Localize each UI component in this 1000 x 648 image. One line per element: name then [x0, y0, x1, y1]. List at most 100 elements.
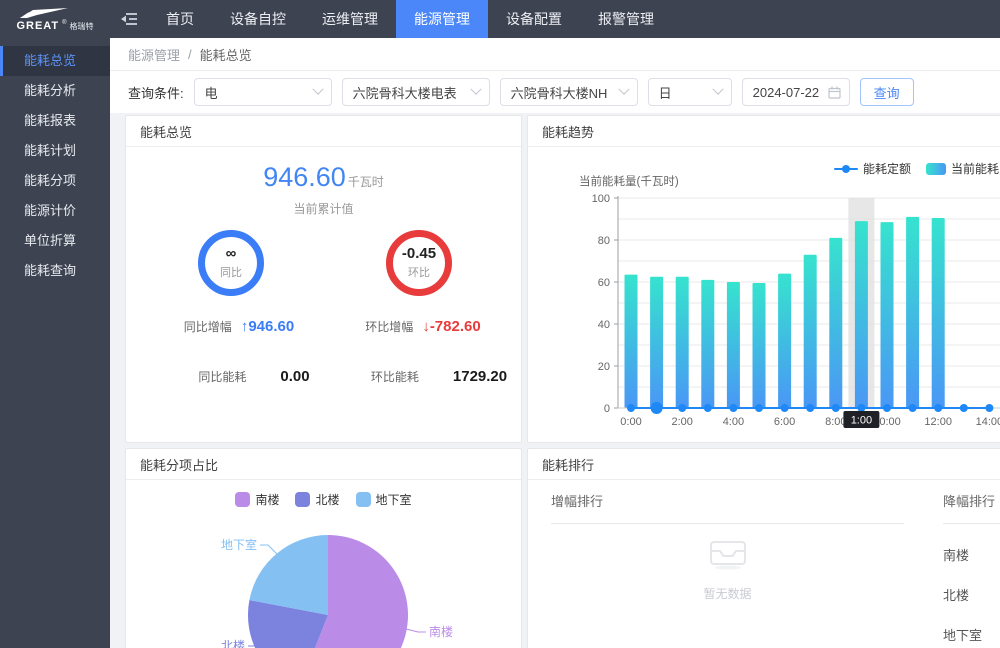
nav-item-设备配置[interactable]: 设备配置	[488, 0, 580, 38]
trend-bar[interactable]	[855, 221, 868, 408]
chevron-down-icon	[470, 84, 481, 95]
pie-callout-label: 北楼	[221, 638, 245, 648]
y-tick-label: 60	[598, 277, 610, 289]
quota-point[interactable]	[651, 402, 663, 414]
mom-energy-value: 1729.20	[453, 368, 507, 385]
current-total-label: 当前累计值	[126, 200, 521, 217]
pie-callout-label: 地下室	[221, 537, 257, 552]
trend-bar[interactable]	[829, 238, 842, 408]
yoy-growth-label: 同比增幅	[184, 318, 232, 335]
top-navbar: GREAT ® 格瑞特 首页设备自控运维管理能源管理设备配置报警管理	[0, 0, 1000, 38]
trend-bar[interactable]	[906, 217, 919, 408]
trend-card-title: 能耗趋势	[528, 116, 1000, 147]
y-tick-label: 20	[598, 361, 610, 373]
sidebar-item-能源计价[interactable]: 能源计价	[0, 196, 110, 226]
mom-ring-label: 环比	[408, 264, 430, 280]
total-kwh-number: 946.60	[263, 162, 346, 192]
x-tick-label: 4:00	[723, 416, 744, 428]
sidebar-item-能耗计划[interactable]: 能耗计划	[0, 136, 110, 166]
mom-ring-value: -0.45	[402, 246, 436, 261]
sidebar-item-单位折算[interactable]: 单位折算	[0, 226, 110, 256]
yoy-ring-label: 同比	[220, 264, 242, 280]
mom-ring: -0.45 环比	[386, 230, 452, 296]
logo-brand-text: GREAT	[16, 21, 59, 32]
quota-point[interactable]	[704, 404, 712, 412]
trend-bar-chart[interactable]: 当前能耗量(千瓦时)0204060801000:002:004:006:008:…	[533, 153, 1000, 431]
quota-point[interactable]	[729, 404, 737, 412]
ranking-card: 能耗排行 增幅排行 暂无数据 降幅排行 南楼北楼地下室	[527, 448, 1000, 648]
quota-point[interactable]	[678, 404, 686, 412]
nav-item-设备自控[interactable]: 设备自控	[212, 0, 304, 38]
sidebar-item-能耗分项[interactable]: 能耗分项	[0, 166, 110, 196]
y-tick-label: 40	[598, 319, 610, 331]
x-tick-label: 8:00	[825, 416, 846, 428]
meter-select[interactable]: 六院骨科大楼电表	[342, 78, 490, 106]
breadcrumb-root[interactable]: 能源管理	[128, 45, 180, 64]
nav-item-能源管理[interactable]: 能源管理	[396, 0, 488, 38]
subitem-pie-chart[interactable]: 南楼北楼地下室	[126, 501, 522, 648]
ranking-card-title: 能耗排行	[528, 449, 1000, 480]
current-total-value: 946.60千瓦时	[126, 162, 521, 193]
trend-card: 能耗趋势 能耗定额 当前能耗 当前能耗量(千瓦时)0204060801000:0…	[527, 115, 1000, 443]
trend-bar[interactable]	[778, 274, 791, 408]
trend-bar[interactable]	[727, 282, 740, 408]
sidebar-item-能耗报表[interactable]: 能耗报表	[0, 106, 110, 136]
trend-bar[interactable]	[932, 218, 945, 408]
quota-point[interactable]	[781, 404, 789, 412]
x-tick-label: 2:00	[671, 416, 692, 428]
ranking-item-地下室[interactable]: 地下室	[943, 625, 1000, 644]
trend-bar[interactable]	[701, 280, 714, 408]
divider	[943, 523, 1000, 524]
quota-point[interactable]	[832, 404, 840, 412]
nav-item-运维管理[interactable]: 运维管理	[304, 0, 396, 38]
query-label: 查询条件:	[128, 83, 184, 102]
trend-bar[interactable]	[881, 222, 894, 408]
decrease-ranking-label: 降幅排行	[943, 491, 1000, 510]
sidebar-menu: 能耗总览能耗分析能耗报表能耗计划能耗分项能源计价单位折算能耗查询	[0, 38, 110, 648]
yoy-ring: ∞ 同比	[198, 230, 264, 296]
quota-point[interactable]	[960, 404, 968, 412]
trend-bar[interactable]	[804, 255, 817, 408]
sidebar-item-能耗查询[interactable]: 能耗查询	[0, 256, 110, 286]
nav-item-报警管理[interactable]: 报警管理	[580, 0, 672, 38]
sidebar-item-能耗分析[interactable]: 能耗分析	[0, 76, 110, 106]
decrease-ranking-section: 降幅排行 南楼北楼地下室	[943, 491, 1000, 644]
search-button[interactable]: 查询	[860, 78, 914, 106]
trend-bar[interactable]	[650, 277, 663, 408]
quota-point[interactable]	[985, 404, 993, 412]
empty-state-text: 暂无数据	[551, 585, 904, 602]
energy-type-select[interactable]: 电	[194, 78, 332, 106]
nav-item-首页[interactable]: 首页	[148, 0, 212, 38]
ranking-item-北楼[interactable]: 北楼	[943, 585, 1000, 604]
x-tick-label: 14:00	[976, 416, 1000, 428]
quota-point[interactable]	[934, 404, 942, 412]
trend-bar[interactable]	[753, 283, 766, 408]
logo-reg-mark: ®	[62, 20, 66, 26]
quota-point[interactable]	[857, 404, 865, 412]
date-picker[interactable]: 2024-07-22	[742, 78, 850, 106]
trend-bar[interactable]	[676, 277, 689, 408]
meter-value: 六院骨科大楼电表	[353, 83, 457, 102]
sidebar-collapse-button[interactable]	[110, 0, 148, 38]
y-tick-label: 80	[598, 235, 610, 247]
yoy-energy-value: 0.00	[280, 368, 309, 385]
x-tick-label: 6:00	[774, 416, 795, 428]
pie-label-line	[406, 629, 426, 632]
date-value: 2024-07-22	[753, 85, 820, 100]
yoy-energy-row: 同比能耗 0.00	[154, 368, 354, 385]
period-select[interactable]: 日	[648, 78, 732, 106]
quota-point[interactable]	[806, 404, 814, 412]
main-content: 能源管理 / 能耗总览 查询条件: 电 六院骨科大楼电表 六院骨科大楼NH 日 …	[110, 38, 1000, 648]
quota-point[interactable]	[883, 404, 891, 412]
sidebar-item-能耗总览[interactable]: 能耗总览	[0, 46, 110, 76]
building-select[interactable]: 六院骨科大楼NH	[500, 78, 638, 106]
logo-swoosh-icon	[19, 8, 69, 19]
ranking-item-南楼[interactable]: 南楼	[943, 545, 1000, 564]
quota-point[interactable]	[627, 404, 635, 412]
yoy-growth-value: ↑946.60	[241, 318, 294, 335]
trend-bar[interactable]	[625, 275, 638, 408]
quota-point[interactable]	[909, 404, 917, 412]
quota-point[interactable]	[755, 404, 763, 412]
nav-menu: 首页设备自控运维管理能源管理设备配置报警管理	[148, 0, 672, 38]
overview-card: 能耗总览 946.60千瓦时 当前累计值 ∞ 同比 -0.45 环比 同比增幅 …	[125, 115, 522, 443]
